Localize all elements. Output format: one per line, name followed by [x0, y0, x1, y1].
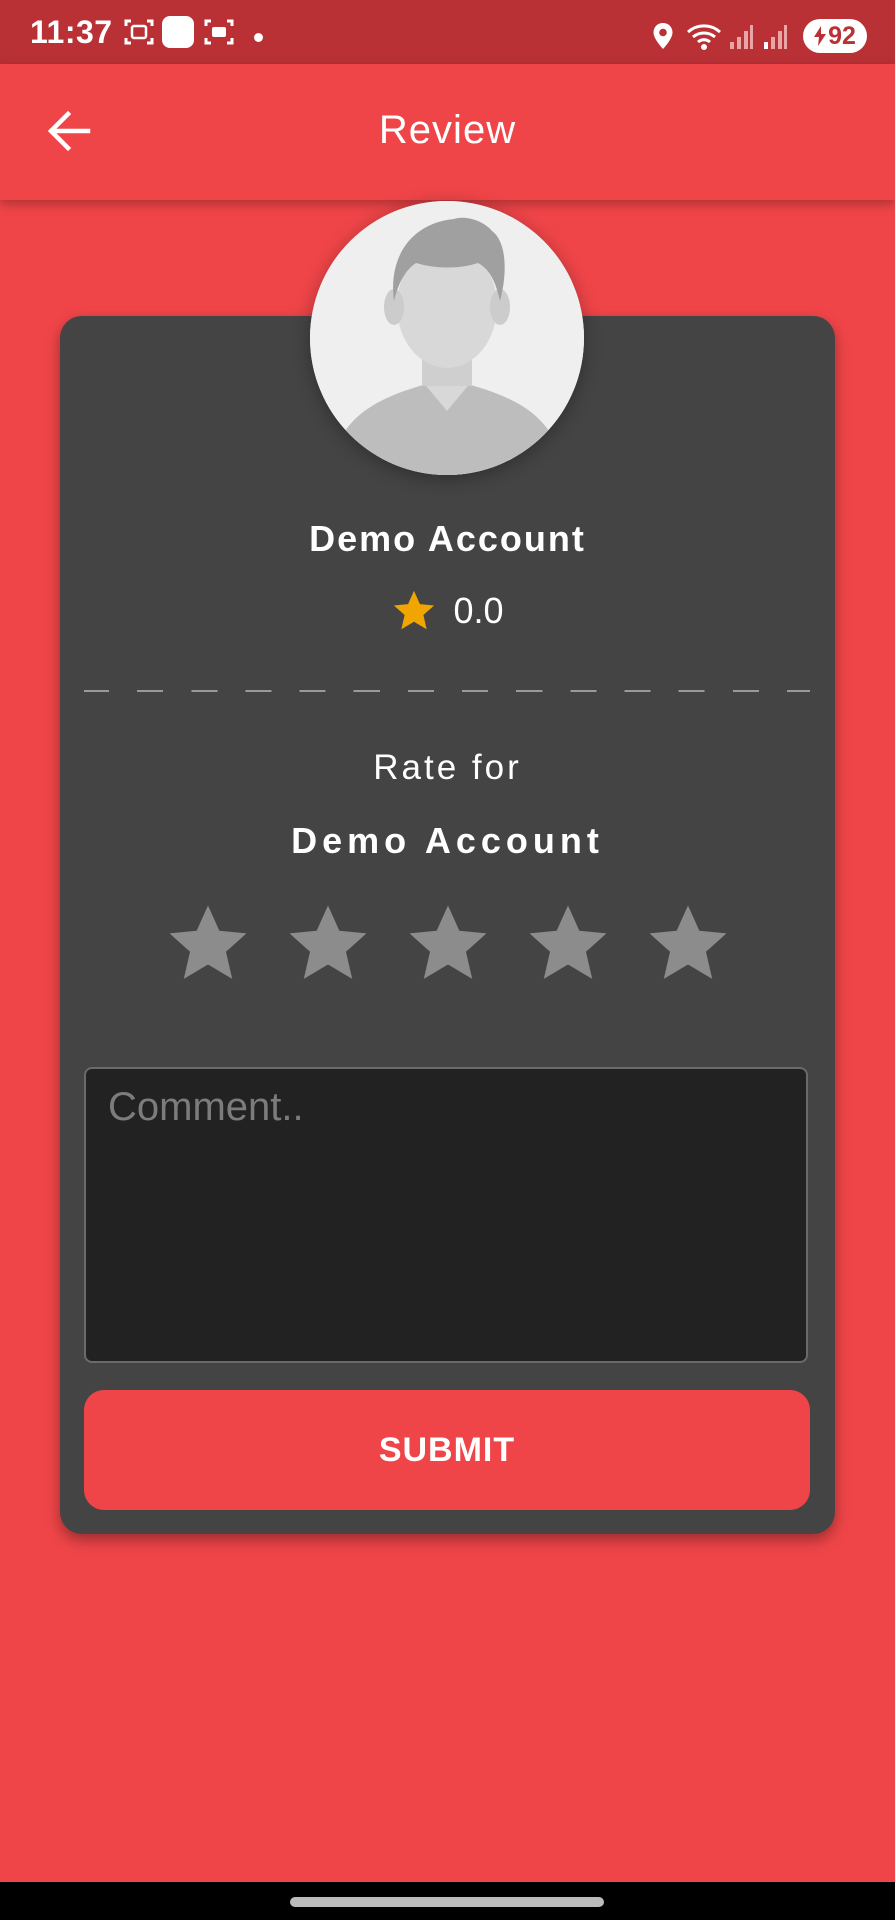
rating-star-2-icon[interactable] — [284, 900, 372, 988]
screen-record-icon — [204, 19, 234, 45]
dashed-divider — [84, 690, 810, 692]
battery-level: 92 — [828, 21, 856, 50]
profile-name: Demo Account — [309, 518, 586, 559]
home-gesture-handle[interactable] — [290, 1897, 604, 1907]
location-icon — [653, 23, 673, 49]
rating-star-5-icon[interactable] — [644, 900, 732, 988]
battery-indicator: 92 — [803, 19, 867, 53]
signal-icon — [730, 25, 753, 49]
app-bar: Review — [0, 64, 895, 200]
status-bar: 11:37 92 — [0, 0, 895, 64]
rate-for-label: Rate for — [373, 748, 522, 787]
avatar — [310, 201, 584, 475]
current-rating: 0.0 — [0, 588, 895, 634]
screenshot-icon — [124, 19, 154, 45]
star-icon — [394, 590, 435, 630]
navigation-bar — [0, 1882, 895, 1920]
rating-star-1-icon[interactable] — [164, 900, 252, 988]
page-title: Review — [378, 108, 517, 152]
submit-button[interactable]: SUBMIT — [84, 1390, 810, 1510]
app-notification-icon — [162, 16, 194, 48]
person-placeholder-icon — [310, 201, 584, 475]
star-rating-input — [164, 900, 732, 990]
rate-target-name: Demo Account — [291, 820, 604, 861]
status-time: 11:37 — [30, 14, 113, 50]
comment-input[interactable] — [84, 1067, 808, 1363]
rating-value: 0.0 — [453, 590, 504, 631]
battery-charging-icon — [814, 26, 827, 46]
rating-star-4-icon[interactable] — [524, 900, 612, 988]
dot-icon — [254, 33, 263, 42]
wifi-icon — [687, 24, 721, 50]
signal-icon — [764, 25, 787, 49]
rating-star-3-icon[interactable] — [404, 900, 492, 988]
